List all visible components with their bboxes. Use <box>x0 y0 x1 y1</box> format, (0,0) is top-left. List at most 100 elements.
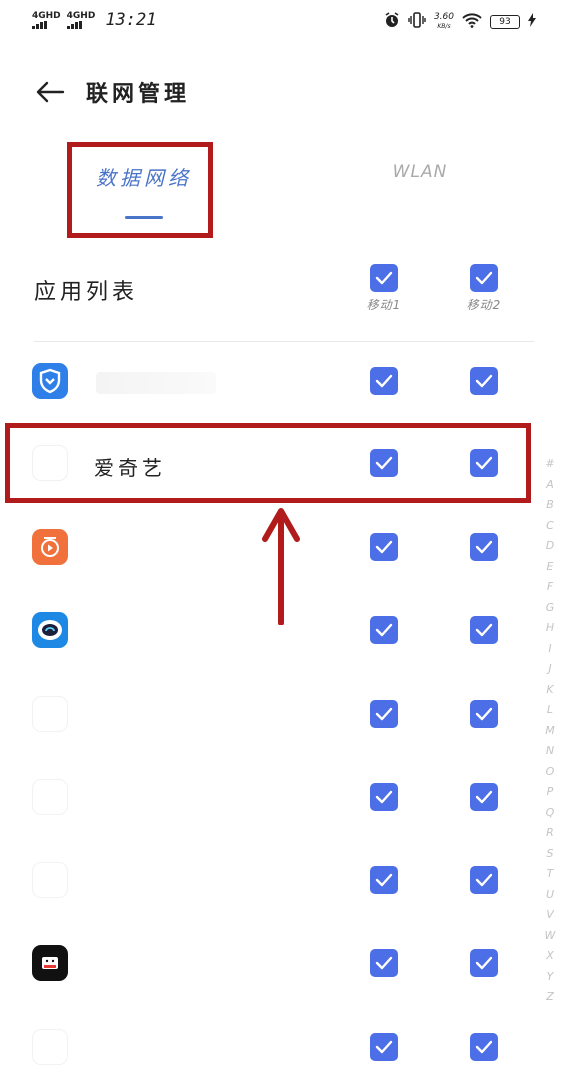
alphabet-index-letter[interactable]: R <box>546 823 554 844</box>
alphabet-index-letter[interactable]: M <box>545 721 555 742</box>
alphabet-index-letter[interactable]: W <box>545 926 556 947</box>
checkmark-icon <box>475 707 493 721</box>
alphabet-index-letter[interactable]: S <box>547 844 554 865</box>
blank-app-icon <box>32 1029 68 1065</box>
column-sim1: 移动1 <box>354 264 414 313</box>
checkmark-icon <box>475 374 493 388</box>
checkmark-icon <box>375 540 393 554</box>
column-label-sim2: 移动2 <box>466 298 502 312</box>
sim1-checkbox[interactable] <box>370 1033 398 1061</box>
alphabet-index-letter[interactable]: Q <box>546 803 555 824</box>
sim1-checkbox[interactable] <box>370 616 398 644</box>
alphabet-index-letter[interactable]: U <box>546 885 554 906</box>
select-all-sim2-checkbox[interactable] <box>470 264 498 292</box>
sim1-checkbox[interactable] <box>370 367 398 395</box>
checkmark-icon <box>475 790 493 804</box>
charging-icon <box>528 13 536 30</box>
shield-app-icon <box>32 363 68 399</box>
network-type-label-1: 4GHD <box>32 10 61 21</box>
app-row <box>0 758 566 840</box>
alphabet-index-letter[interactable]: C <box>546 516 554 537</box>
speed-unit: KB/s <box>437 22 451 30</box>
alphabet-index-letter[interactable]: Y <box>547 967 554 988</box>
list-title: 应用列表 <box>34 280 139 305</box>
alphabet-index-letter[interactable]: H <box>546 618 554 639</box>
checkmark-icon <box>375 374 393 388</box>
alphabet-index-letter[interactable]: L <box>547 700 553 721</box>
sim2-checkbox[interactable] <box>470 616 498 644</box>
tab-wlan[interactable]: WLAN <box>390 162 450 182</box>
sim2-checkbox[interactable] <box>470 700 498 728</box>
alphabet-index-letter[interactable]: K <box>546 680 553 701</box>
sim1-checkbox[interactable] <box>370 533 398 561</box>
status-bar: 4GHD 4GHD 13:21 3.60 KB/s 93 <box>0 0 566 44</box>
blank-app-icon <box>32 862 68 898</box>
signal-sim2-icon: 4GHD <box>66 10 96 29</box>
alphabet-index-letter[interactable]: F <box>547 577 553 598</box>
alphabet-index-letter[interactable]: # <box>545 454 554 475</box>
alphabet-index[interactable]: # A B C D E F G H I J K L M N O P Q R S T U V W X Y Z <box>542 454 558 1008</box>
alphabet-index-letter[interactable]: N <box>546 741 554 762</box>
back-arrow-icon[interactable] <box>34 76 66 108</box>
sim1-checkbox[interactable] <box>370 783 398 811</box>
checkmark-icon <box>475 623 493 637</box>
sim2-checkbox[interactable] <box>470 866 498 894</box>
checkmark-icon <box>475 1040 493 1054</box>
page-title: 联网管理 <box>86 81 191 107</box>
network-type-label-2: 4GHD <box>66 10 96 21</box>
alphabet-index-letter[interactable]: O <box>546 762 555 783</box>
column-sim2: 移动2 <box>454 264 514 313</box>
checkmark-icon <box>375 623 393 637</box>
tab-bar: 数据网络 WLAN <box>0 142 566 242</box>
select-all-sim1-checkbox[interactable] <box>370 264 398 292</box>
wifi-icon <box>462 12 482 31</box>
alphabet-index-letter[interactable]: E <box>547 557 554 578</box>
sim2-checkbox[interactable] <box>470 1033 498 1061</box>
alphabet-index-letter[interactable]: G <box>546 598 555 619</box>
network-speed: 3.60 KB/s <box>433 11 454 31</box>
sim1-checkbox[interactable] <box>370 700 398 728</box>
sim1-checkbox[interactable] <box>370 866 398 894</box>
alphabet-index-letter[interactable]: D <box>546 536 554 557</box>
sim2-checkbox[interactable] <box>470 533 498 561</box>
blank-app-icon <box>32 696 68 732</box>
apk-app-icon <box>32 945 68 981</box>
app-name-redacted <box>96 372 216 394</box>
app-row <box>0 1008 566 1080</box>
alphabet-index-letter[interactable]: P <box>547 782 554 803</box>
clock: 13:21 <box>105 10 157 30</box>
alphabet-index-letter[interactable]: I <box>548 639 551 660</box>
alphabet-index-letter[interactable]: A <box>546 475 554 496</box>
alphabet-index-letter[interactable]: T <box>547 864 554 885</box>
app-row <box>0 924 566 1006</box>
sim1-checkbox[interactable] <box>370 949 398 977</box>
checkmark-icon <box>475 540 493 554</box>
app-bar: 联网管理 <box>34 72 190 112</box>
orange-play-app-icon <box>32 529 68 565</box>
checkmark-icon <box>475 956 493 970</box>
alarm-icon <box>384 12 400 31</box>
sim2-checkbox[interactable] <box>470 949 498 977</box>
battery-icon: 93 <box>490 14 520 29</box>
app-row <box>0 841 566 923</box>
robot-app-icon <box>32 612 68 648</box>
list-header: 应用列表 移动1 移动2 <box>0 258 566 328</box>
alphabet-index-letter[interactable]: B <box>546 495 554 516</box>
blank-app-icon <box>32 779 68 815</box>
annotation-highlight-row <box>5 423 531 503</box>
alphabet-index-letter[interactable]: J <box>548 659 551 680</box>
checkmark-icon <box>375 707 393 721</box>
checkmark-icon <box>475 271 493 285</box>
app-row <box>0 675 566 757</box>
column-label-sim1: 移动1 <box>366 298 402 312</box>
speed-value: 3.60 <box>433 11 454 22</box>
checkmark-icon <box>375 873 393 887</box>
checkmark-icon <box>475 873 493 887</box>
checkmark-icon <box>375 790 393 804</box>
alphabet-index-letter[interactable]: Z <box>546 987 554 1008</box>
sim2-checkbox[interactable] <box>470 367 498 395</box>
sim2-checkbox[interactable] <box>470 783 498 811</box>
checkmark-icon <box>375 1040 393 1054</box>
alphabet-index-letter[interactable]: V <box>546 905 554 926</box>
alphabet-index-letter[interactable]: X <box>546 946 554 967</box>
